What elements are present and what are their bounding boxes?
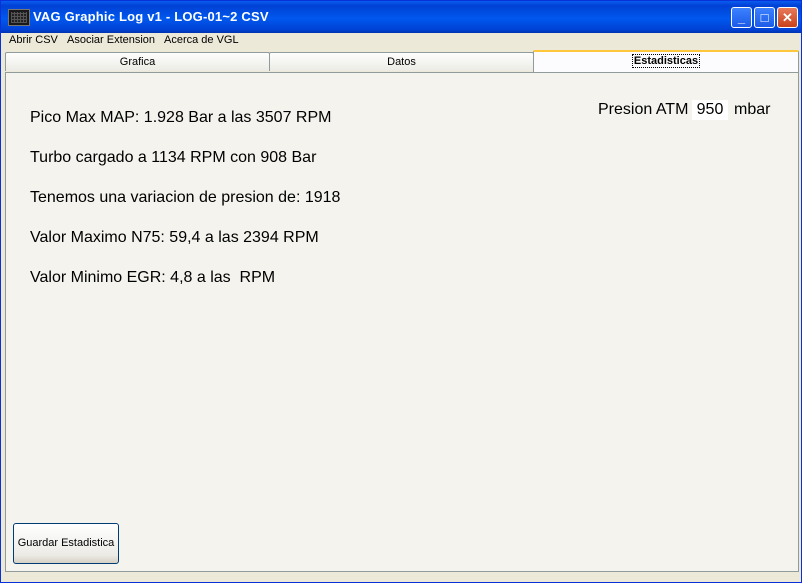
- tab-grafica[interactable]: Grafica: [5, 52, 270, 71]
- menu-bar: Abrir CSV Asociar Extension Acerca de VG…: [1, 33, 801, 49]
- atm-unit: mbar: [734, 101, 771, 118]
- window-title: VAG Graphic Log v1 - LOG-01~2 CSV: [33, 9, 269, 24]
- app-window: VAG Graphic Log v1 - LOG-01~2 CSV _ □ ✕ …: [0, 0, 802, 583]
- stat-min-egr: Valor Minimo EGR: 4,8 a las RPM: [30, 269, 276, 286]
- maximize-button[interactable]: □: [754, 7, 775, 28]
- tab-estadisticas[interactable]: Estadisticas: [533, 50, 799, 72]
- menu-abrir-csv[interactable]: Abrir CSV: [9, 34, 58, 46]
- tab-strip: Grafica Datos Estadisticas: [5, 50, 799, 73]
- minimize-button[interactable]: _: [731, 7, 752, 28]
- menu-acerca-de[interactable]: Acerca de VGL: [164, 34, 239, 46]
- app-icon[interactable]: [8, 9, 30, 26]
- title-bar[interactable]: VAG Graphic Log v1 - LOG-01~2 CSV _ □ ✕: [1, 1, 801, 33]
- stats-panel: Pico Max MAP: 1.928 Bar a las 3507 RPM T…: [5, 72, 799, 572]
- stat-max-n75: Valor Maximo N75: 59,4 a las 2394 RPM: [30, 229, 319, 246]
- stat-turbo-cargado: Turbo cargado a 1134 RPM con 908 Bar: [30, 149, 317, 166]
- tab-estadisticas-label: Estadisticas: [631, 54, 701, 68]
- atm-pressure-input[interactable]: 950: [692, 100, 728, 120]
- menu-asociar-extension[interactable]: Asociar Extension: [67, 34, 155, 46]
- close-button[interactable]: ✕: [777, 7, 798, 28]
- stat-variacion-presion: Tenemos una variacion de presion de: 191…: [30, 189, 341, 206]
- save-stats-button[interactable]: Guardar Estadistica: [13, 523, 119, 564]
- stat-pico-max-map: Pico Max MAP: 1.928 Bar a las 3507 RPM: [30, 109, 332, 126]
- tab-datos[interactable]: Datos: [269, 52, 534, 71]
- atm-label: Presion ATM: [598, 101, 689, 118]
